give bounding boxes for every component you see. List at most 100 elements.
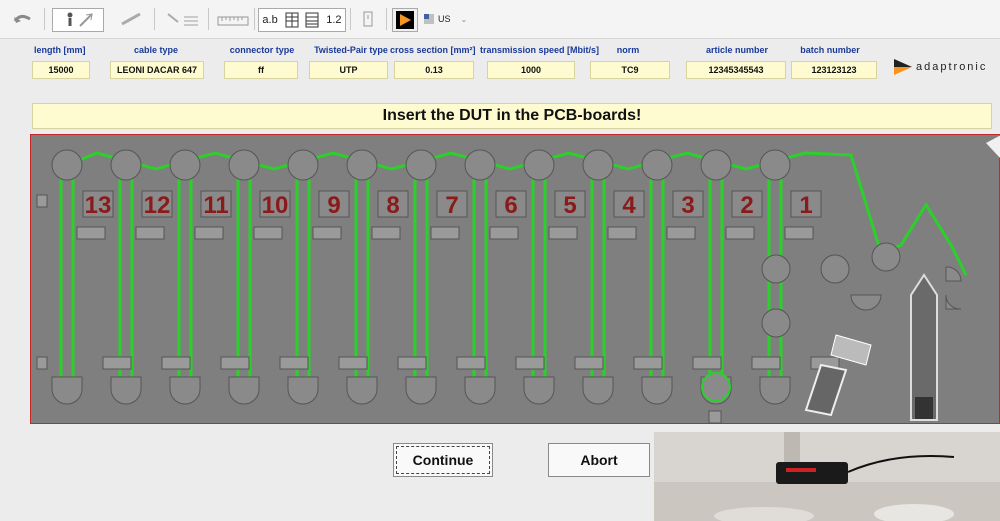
transmission-speed-field[interactable]: 1000 [487,61,575,79]
bottom-pad [110,376,142,405]
slot-number: 9 [327,192,340,219]
connector-body [804,363,848,417]
norm-field[interactable]: TC9 [590,61,670,79]
toolbar: a.b 1.2 US ⌄ [0,0,1000,39]
low-pad [574,356,604,370]
slot-number: 6 [504,192,517,219]
ruler-icon[interactable] [214,8,252,30]
format-group: a.b 1.2 [258,8,346,32]
bottom-pad [228,376,260,405]
bottom-pad [287,376,319,405]
run-icon[interactable] [392,8,418,32]
pad [945,266,962,282]
twisted-pair-field[interactable]: UTP [309,61,388,79]
pen-icon[interactable] [116,8,146,30]
bottom-pad [582,376,614,405]
mid-pad [135,226,165,240]
mid-pad [607,226,637,240]
top-pad [346,149,378,181]
pad [850,294,882,311]
twisted-pair-label: Twisted-Pair type [314,45,388,55]
pad [761,254,791,284]
low-pad [692,356,722,370]
low-pad [338,356,368,370]
top-pad [169,149,201,181]
top-pad [405,149,437,181]
decimal-label[interactable]: 1.2 [326,14,341,26]
bottom-pad [464,376,496,405]
bottom-pad [169,376,201,405]
pad [871,242,901,272]
abort-button[interactable]: Abort [548,443,650,477]
bottom-pad [523,376,555,405]
side-pad [36,356,48,370]
cross-section-label: cross section [mm²] [390,45,476,55]
batch-number-field[interactable]: 123123123 [791,61,877,79]
align-icon[interactable] [162,8,204,30]
top-pad [51,149,83,181]
format-label[interactable]: a.b [262,14,277,26]
low-pad [751,356,781,370]
slot-number: 8 [386,192,399,219]
slot-number: 4 [622,192,636,219]
slot-number: 10 [262,192,289,219]
mid-pad [784,226,814,240]
batch-number-label: batch number [800,45,860,55]
cable-type-label: cable type [133,45,179,55]
low-pad [633,356,663,370]
locale-label: US [438,14,451,24]
continue-button[interactable]: Continue [393,443,493,477]
connector-type-label: connector type [229,45,295,55]
pcb-diagram: 13 12 11 10 9 8 7 6 5 4 3 2 1 [36,135,1000,424]
top-pad [228,149,260,181]
slot-number: 5 [563,192,576,219]
norm-label: norm [616,45,640,55]
pad [761,308,791,338]
article-number-field[interactable]: 12345345543 [686,61,786,79]
locale-select[interactable]: US ⌄ [424,8,484,30]
mid-pad [666,226,696,240]
low-pad [515,356,545,370]
slot-number: 13 [85,192,112,219]
connector-type-field[interactable]: ff [224,61,298,79]
cross-section-field[interactable]: 0.13 [394,61,474,79]
bottom-pad [759,376,791,405]
top-pad [287,149,319,181]
article-number-label: article number [705,45,769,55]
camera-feed-image [654,432,1000,521]
pad [701,372,731,402]
mid-pad [725,226,755,240]
low-pad [161,356,191,370]
mid-pad [489,226,519,240]
top-pad [582,149,614,181]
mid-pad [194,226,224,240]
low-pad [102,356,132,370]
undo-icon[interactable] [10,8,36,30]
pad [945,294,962,310]
mid-pad [312,226,342,240]
transmission-speed-label: transmission speed [Mbit/s] [480,45,600,55]
mid-pad [76,226,106,240]
brand-name: adaptronic [916,61,988,73]
slot-number: 11 [203,192,228,219]
cable-tool-icon[interactable] [52,8,104,32]
adaptronic-logo: adaptronic [892,56,987,78]
grid-icon[interactable] [285,12,299,28]
slot-number: 2 [740,192,753,219]
list-icon[interactable] [305,12,319,28]
slot-number: 1 [799,192,812,219]
length-field[interactable]: 15000 [32,61,90,79]
mid-pad [548,226,578,240]
export-icon[interactable] [358,8,378,30]
corner-mark [986,135,1000,158]
low-pad [397,356,427,370]
bottom-pad [641,376,673,405]
side-pad [36,194,48,208]
low-pad [456,356,486,370]
top-pad [523,149,555,181]
cable-type-field[interactable]: LEONI DACAR 647 [110,61,204,79]
top-pad [464,149,496,181]
bottom-pad [405,376,437,405]
slot-number: 7 [445,192,458,219]
length-label: length [mm] [34,45,86,55]
